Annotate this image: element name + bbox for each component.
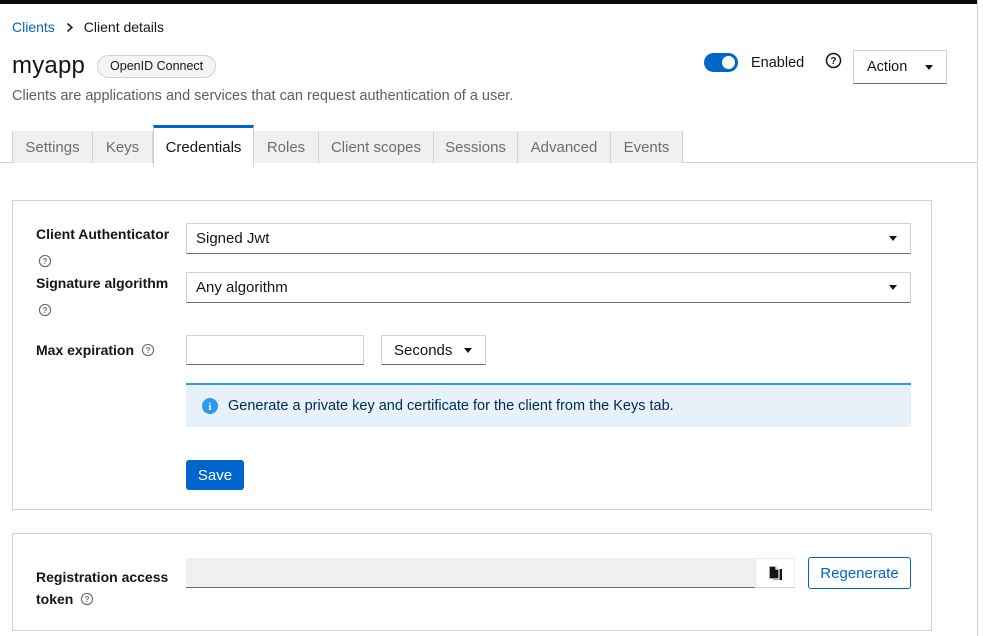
page-title: myapp: [12, 52, 85, 80]
client-authenticator-label: Client Authenticator: [36, 226, 169, 242]
signature-algorithm-select[interactable]: Any algorithm: [186, 272, 911, 303]
max-expiration-unit-select[interactable]: Seconds: [381, 335, 486, 365]
action-dropdown[interactable]: Action: [853, 50, 947, 84]
svg-text:?: ?: [146, 346, 151, 355]
max-expiration-label-row: Max expiration ?: [36, 342, 155, 358]
tab-credentials[interactable]: Credentials: [153, 125, 254, 167]
page-right-border: [977, 0, 978, 636]
enabled-toggle[interactable]: [704, 53, 738, 72]
registration-token-label-line1: Registration access: [36, 569, 168, 585]
svg-text:?: ?: [43, 306, 48, 315]
info-icon: i: [202, 398, 218, 414]
enabled-label: Enabled: [751, 55, 804, 71]
toggle-knob: [722, 56, 735, 69]
save-button[interactable]: Save: [186, 460, 244, 490]
max-expiration-input[interactable]: [196, 342, 354, 359]
masthead-edge: [0, 0, 977, 4]
registration-token-label-line2-row: token ?: [36, 588, 94, 610]
copy-button[interactable]: [755, 558, 795, 588]
registration-token-label-line2: token: [36, 588, 73, 610]
regenerate-button[interactable]: Regenerate: [808, 557, 911, 589]
tab-events[interactable]: Events: [611, 131, 683, 163]
tab-advanced[interactable]: Advanced: [518, 131, 611, 163]
page-header: myapp OpenID Connect: [12, 52, 216, 80]
client-authenticator-select[interactable]: Signed Jwt: [186, 223, 911, 254]
credentials-card: Client Authenticator ? Signed Jwt Signat…: [12, 200, 932, 510]
max-expiration-unit-value: Seconds: [394, 342, 452, 359]
svg-text:?: ?: [43, 257, 48, 266]
registration-token-input-group: [186, 558, 795, 588]
client-authenticator-help-icon[interactable]: ?: [38, 254, 52, 268]
info-alert-text: Generate a private key and certificate f…: [228, 398, 674, 414]
registration-token-label: Registration access token ?: [36, 566, 176, 610]
action-dropdown-label: Action: [867, 59, 907, 75]
tab-settings[interactable]: Settings: [12, 131, 93, 163]
client-tabs: Settings Keys Credentials Roles Client s…: [0, 125, 977, 163]
tab-roles[interactable]: Roles: [254, 131, 319, 163]
page-subtitle: Clients are applications and services th…: [12, 88, 513, 104]
signature-algorithm-caret-icon: [889, 285, 897, 290]
enabled-help-icon[interactable]: ?: [825, 52, 842, 74]
max-expiration-field-wrap: [186, 335, 364, 365]
registration-token-card: Registration access token ? Regenerate: [12, 533, 932, 631]
svg-text:?: ?: [85, 595, 90, 604]
tab-keys[interactable]: Keys: [93, 131, 153, 163]
signature-algorithm-label: Signature algorithm: [36, 275, 168, 291]
breadcrumb-clients-link[interactable]: Clients: [12, 19, 55, 35]
registration-token-readonly-input: [186, 558, 755, 588]
breadcrumb-current: Client details: [84, 19, 164, 35]
breadcrumb-chevron-icon: [64, 22, 75, 33]
tab-sessions[interactable]: Sessions: [434, 131, 518, 163]
protocol-badge: OpenID Connect: [97, 55, 216, 78]
copy-icon: [768, 565, 783, 581]
max-expiration-unit-caret-icon: [464, 348, 472, 353]
client-authenticator-caret-icon: [889, 236, 897, 241]
signature-algorithm-value: Any algorithm: [196, 279, 288, 296]
signature-algorithm-help-icon[interactable]: ?: [38, 303, 52, 317]
tab-client-scopes[interactable]: Client scopes: [319, 131, 434, 163]
info-alert: i Generate a private key and certificate…: [186, 383, 911, 427]
breadcrumb: Clients Client details: [12, 19, 164, 35]
client-authenticator-value: Signed Jwt: [196, 230, 269, 247]
svg-text:i: i: [209, 402, 212, 413]
client-details-page: Clients Client details myapp OpenID Conn…: [0, 0, 983, 636]
registration-token-help-icon[interactable]: ?: [80, 592, 94, 606]
action-caret-icon: [925, 65, 933, 70]
max-expiration-help-icon[interactable]: ?: [141, 343, 155, 357]
max-expiration-label: Max expiration: [36, 342, 134, 358]
svg-text:?: ?: [830, 56, 836, 67]
